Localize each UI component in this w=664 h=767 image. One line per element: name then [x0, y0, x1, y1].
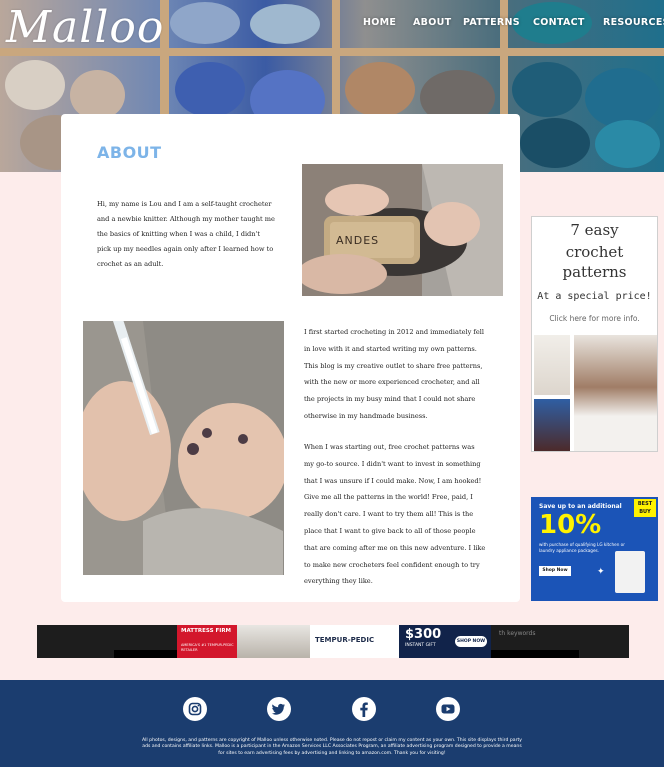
- banner-side-text: th keywords: [499, 630, 536, 637]
- yarn-skein-photo: ANDES: [302, 164, 503, 296]
- banner-offer: $300: [405, 627, 442, 642]
- crochet-hands-photo: [83, 321, 284, 575]
- ad-line-5[interactable]: Click here for more info.: [532, 314, 657, 323]
- banner-shop-button[interactable]: SHOP NOW: [455, 636, 487, 647]
- yarn-ball: [595, 120, 660, 168]
- yarn-ball: [170, 2, 240, 44]
- mattress-firm-banner[interactable]: MATTRESS FIRM AMERICA'S #1 TEMPUR-PEDIC …: [177, 625, 491, 658]
- crochet-patterns-ad[interactable]: 7 easy crochet patterns At a special pri…: [531, 216, 658, 452]
- youtube-icon[interactable]: [436, 697, 460, 721]
- best-buy-ad[interactable]: Save up to an additional BEST BUY 10% wi…: [531, 497, 658, 601]
- yarn-ball: [585, 68, 660, 128]
- nav-contact[interactable]: CONTACT: [533, 17, 585, 28]
- ad2-percent: 10%: [539, 510, 602, 540]
- ad2-sparkle-icon: ✦: [597, 567, 605, 577]
- nav-home[interactable]: HOME: [363, 17, 396, 28]
- banner-tagline: AMERICA'S #1 TEMPUR-PEDIC RETAILER: [181, 643, 234, 652]
- yarn-ball: [70, 70, 125, 120]
- crochet-hands-illustration: [83, 321, 284, 575]
- yarn-ball: [250, 4, 320, 44]
- ad-photo-woman: [534, 335, 570, 395]
- footer-disclaimer: All photos, designs, and patterns are co…: [142, 738, 522, 756]
- yarn-ball: [175, 62, 245, 117]
- twitter-glyph: [272, 703, 285, 715]
- facebook-glyph: [360, 702, 368, 717]
- banner-offer-panel: $300 INSTANT GIFT SHOP NOW: [399, 625, 491, 658]
- skein-label: ANDES: [336, 234, 380, 247]
- banner-brand: MATTRESS FIRM: [181, 628, 232, 634]
- ad-line-2: crochet: [565, 243, 624, 261]
- instagram-icon[interactable]: [183, 697, 207, 721]
- banner-brand-panel: MATTRESS FIRM AMERICA'S #1 TEMPUR-PEDIC …: [177, 625, 237, 658]
- yarn-skein-illustration: [302, 164, 503, 296]
- banner-offer-sub: INSTANT GIFT: [405, 643, 436, 648]
- banner-bed-image: [237, 625, 310, 658]
- ad-photo-mittens: [534, 399, 570, 451]
- yarn-ball: [512, 62, 582, 117]
- yarn-ball: [345, 62, 415, 117]
- ad2-brand: BEST BUY: [637, 501, 653, 515]
- nav-about[interactable]: ABOUT: [413, 17, 451, 28]
- story-paragraph-2: When I was starting out, free crochet pa…: [304, 443, 486, 586]
- instagram-glyph: [188, 702, 202, 716]
- ad2-brand-badge: BEST BUY: [634, 499, 656, 517]
- twitter-icon[interactable]: [267, 697, 291, 721]
- yarn-ball: [5, 60, 65, 110]
- page-title: ABOUT: [97, 143, 162, 162]
- site-logo[interactable]: Malloo: [6, 2, 164, 53]
- facebook-icon[interactable]: [352, 697, 376, 721]
- nav-resources[interactable]: RESOURCES: [603, 17, 664, 28]
- nav-patterns[interactable]: PATTERNS: [463, 17, 520, 28]
- banner-product: TEMPUR-PEDIC: [315, 636, 375, 644]
- ad-line-4: At a special price!: [537, 291, 652, 302]
- ad2-shop-button[interactable]: Shop Now: [539, 566, 571, 576]
- yarn-ball: [520, 118, 590, 168]
- ad2-headline: Save up to an additional: [539, 503, 622, 510]
- ad2-washer-image: [615, 551, 645, 593]
- youtube-glyph: [441, 704, 455, 714]
- story-paragraph-1: I first started crocheting in 2012 and i…: [304, 328, 484, 420]
- intro-paragraph: Hi, my name is Lou and I am a self-taugh…: [97, 200, 275, 268]
- ad-line-3: patterns: [562, 263, 627, 281]
- ad-photo-headband: [574, 335, 657, 451]
- ad-line-1: 7 easy: [570, 221, 619, 239]
